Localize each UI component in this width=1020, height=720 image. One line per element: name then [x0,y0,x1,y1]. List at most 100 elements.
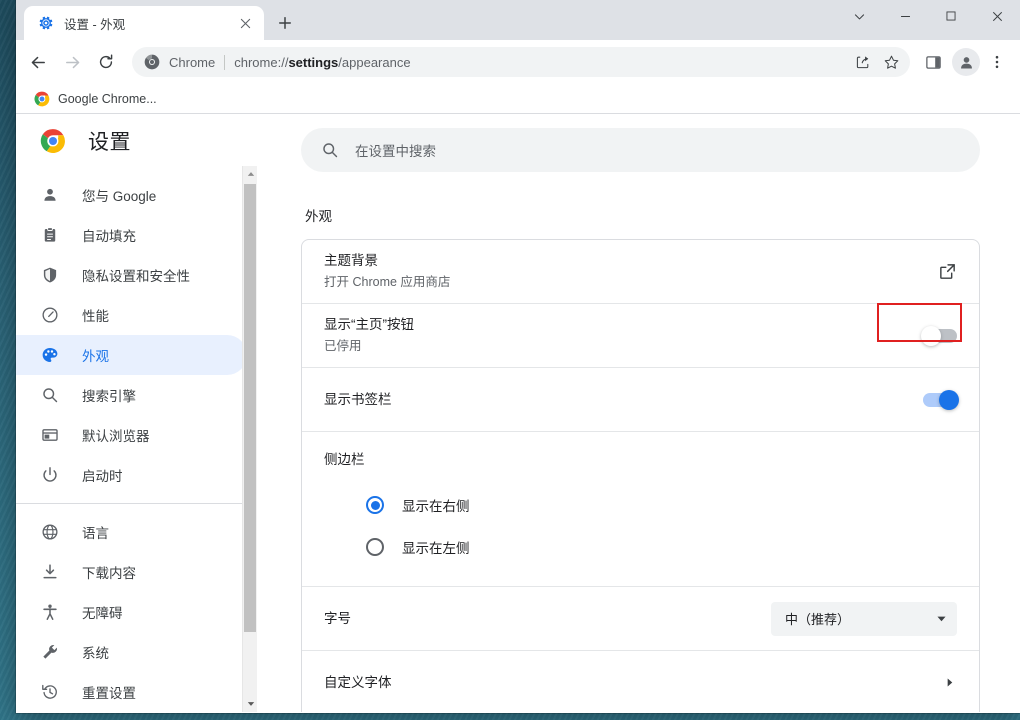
url-prefix: chrome:// [234,54,289,70]
scrollbar-up-arrow-icon[interactable] [243,166,258,182]
sidebar-item-label: 自动填充 [82,229,136,245]
sidebar-item-search-engine[interactable]: 搜索引擎 [16,375,247,415]
settings-nav-secondary: 语言 下载内容 无障碍 系统 重置设置 [16,512,257,712]
chrome-browser-window: 设置 - 外观 Chrome chrome://settings/appeara… [16,0,1020,713]
select-value: 中（推荐） [785,612,851,627]
sidebar-item-accessibility[interactable]: 无障碍 [16,592,247,632]
settings-content: 在设置中搜索 外观 主题背景 打开 Chrome 应用商店 显示“主页”按钮 已… [257,114,1020,712]
row-bookmarks-text: 显示书签栏 [324,390,907,410]
row-theme[interactable]: 主题背景 打开 Chrome 应用商店 [302,240,979,304]
search-input[interactable]: 在设置中搜索 [301,128,980,172]
row-show-home-button[interactable]: 显示“主页”按钮 已停用 [302,304,979,368]
sidebar-item-autofill[interactable]: 自动填充 [16,215,247,255]
tab-title: 设置 - 外观 [64,17,126,32]
url-bold: settings [288,54,339,70]
sidebar-item-label: 隐私设置和安全性 [82,269,190,285]
font-size-select[interactable]: 中（推荐） [771,601,957,636]
forward-button[interactable] [56,46,88,78]
sidebar-item-appearance[interactable]: 外观 [16,335,247,376]
row-font-size[interactable]: 字号 中（推荐） [302,587,979,651]
radio-side-panel-left[interactable]: 显示在左侧 [324,526,957,568]
settings-brand: 设置 [16,114,257,167]
sidebar-item-you-and-google[interactable]: 您与 Google [16,175,247,215]
address-bar[interactable]: Chrome chrome://settings/appearance [132,47,910,77]
side-panel-button[interactable] [918,47,948,77]
sidebar-scrollbar[interactable] [242,166,257,712]
row-bookmarks-action[interactable] [923,389,959,410]
close-button[interactable] [974,0,1020,32]
new-tab-button[interactable] [270,8,300,38]
sidebar-item-on-startup[interactable]: 启动时 [16,455,247,495]
chrome-menu-button[interactable] [982,47,1012,77]
radio-side-panel-right[interactable]: 显示在右侧 [324,484,957,526]
row-font-size-action[interactable]: 中（推荐） [771,601,957,636]
chevron-down-icon [936,613,947,624]
row-customize-fonts[interactable]: 自定义字体 [302,651,979,712]
sidebar-item-languages[interactable]: 语言 [16,512,247,552]
scrollbar-down-arrow-icon[interactable] [243,696,258,712]
chevron-right-icon [941,675,957,691]
settings-sidebar: 设置 您与 Google 自动填充 隐私设置和安全性 性能 外观 搜索引擎 默认… [16,114,257,712]
browser-window-icon [40,425,60,445]
wrench-icon [40,642,60,662]
maximize-button[interactable] [928,0,974,32]
sidebar-item-reset-settings[interactable]: 重置设置 [16,672,247,712]
sidebar-item-label: 性能 [82,309,109,325]
external-link-icon[interactable] [938,262,957,281]
search-icon [40,385,60,405]
scrollbar-thumb[interactable] [244,184,256,632]
reload-button[interactable] [90,46,122,78]
row-show-bookmarks-bar[interactable]: 显示书签栏 [302,368,979,432]
tab-close-icon[interactable] [234,12,256,34]
row-customize-fonts-action[interactable] [941,675,957,691]
row-theme-action[interactable] [938,262,957,281]
show-home-button-toggle[interactable] [921,325,957,346]
browser-toolbar: Chrome chrome://settings/appearance [16,40,1020,84]
sidebar-item-label: 下载内容 [82,566,136,581]
sidebar-item-system[interactable]: 系统 [16,632,247,672]
radio-inner-dot [370,500,380,510]
profile-avatar[interactable] [952,48,980,76]
minimize-button[interactable] [882,0,928,32]
chrome-icon [34,91,50,107]
row-font-size-text: 字号 [324,609,755,629]
sidebar-item-downloads[interactable]: 下载内容 [16,552,247,592]
sidebar-divider [16,503,247,504]
show-bookmarks-bar-toggle[interactable] [923,389,959,410]
url-suffix: /appearance [338,54,411,70]
row-home-action[interactable] [921,325,957,346]
row-title: 字号 [324,610,351,626]
sidebar-item-label: 无障碍 [82,606,123,621]
browser-tab-settings[interactable]: 设置 - 外观 [24,6,264,40]
download-icon [40,562,60,582]
page-title: 设置 [88,130,131,154]
row-customize-fonts-text: 自定义字体 [324,673,925,693]
bookmark-star-icon[interactable] [878,49,904,75]
search-icon [321,141,339,159]
sidebar-item-default-browser[interactable]: 默认浏览器 [16,415,247,455]
settings-page: 设置 您与 Google 自动填充 隐私设置和安全性 性能 外观 搜索引擎 默认… [16,114,1020,712]
appearance-settings-card: 主题背景 打开 Chrome 应用商店 显示“主页”按钮 已停用 显示书签栏 侧… [301,239,980,712]
sidebar-item-performance[interactable]: 性能 [16,295,247,335]
bookmark-item[interactable]: Google Chrome... [26,88,165,110]
row-theme-text: 主题背景 打开 Chrome 应用商店 [324,251,922,292]
row-subtitle: 打开 Chrome 应用商店 [324,275,451,289]
settings-nav-primary: 您与 Google 自动填充 隐私设置和安全性 性能 外观 搜索引擎 默认浏览器… [16,167,257,495]
chrome-logo-icon [144,54,160,70]
clipboard-icon [40,225,60,245]
share-icon[interactable] [850,49,876,75]
row-title: 显示书签栏 [324,391,392,407]
omnibox-scheme-label: Chrome [169,54,216,70]
toggle-knob [939,389,959,410]
sidebar-item-privacy-security[interactable]: 隐私设置和安全性 [16,255,247,295]
power-icon [40,465,60,485]
radio-icon [366,538,384,556]
tab-search-button[interactable] [836,0,882,32]
omnibox-actions [850,49,904,75]
sidebar-item-label: 默认浏览器 [82,429,150,445]
back-button[interactable] [22,46,54,78]
search-placeholder: 在设置中搜索 [355,144,436,159]
radio-label: 显示在右侧 [402,499,470,514]
sidebar-item-label: 重置设置 [82,686,136,701]
palette-icon [40,345,60,365]
